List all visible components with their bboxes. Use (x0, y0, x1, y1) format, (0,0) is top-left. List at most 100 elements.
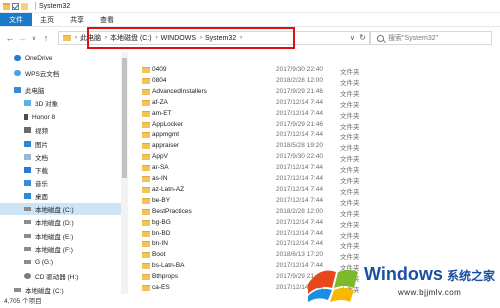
file-row[interactable]: af-ZA 2017/12/14 7:44 文件夹 (140, 98, 500, 109)
sidebar-item[interactable]: WPS云文档 (0, 67, 121, 79)
file-row[interactable]: be-BY 2017/12/14 7:44 文件夹 (140, 196, 500, 207)
sidebar-item-label: OneDrive (25, 54, 53, 62)
tab-share[interactable]: 共享 (62, 13, 92, 26)
file-type: 文件夹 (340, 101, 360, 109)
column-header (140, 49, 500, 63)
sidebar-item[interactable]: 本地磁盘 (D:) (0, 216, 121, 228)
search-input[interactable]: 搜索"System32" (370, 31, 492, 45)
file-type: 文件夹 (340, 69, 360, 76)
folder-icon (142, 263, 150, 270)
file-type: 文件夹 (340, 79, 360, 87)
file-row[interactable]: appraiser 2018/5/28 19:20 文件夹 (140, 141, 500, 153)
sidebar-item[interactable]: 本地磁盘 (C:) (0, 203, 121, 215)
file-date: 2017/12/14 7:44 (276, 185, 323, 193)
file-row[interactable]: AdvancedInstallers 2017/9/29 21:46 文件夹 (140, 87, 500, 98)
file-row[interactable]: bn-BD 2017/12/14 7:44 文件夹 (140, 229, 500, 240)
file-row[interactable]: az-Latn-AZ 2017/12/14 7:44 文件夹 (140, 185, 500, 196)
file-name: appraiser (152, 142, 180, 150)
file-type: 文件夹 (340, 199, 360, 207)
music-icon (24, 180, 31, 186)
folder-icon (142, 99, 150, 106)
up-button[interactable]: ↑ (40, 31, 52, 45)
recent-locations-button[interactable]: ∨ (28, 31, 40, 45)
folder-icon (142, 186, 150, 193)
file-row[interactable]: ar-SA 2017/12/14 7:44 文件夹 (140, 163, 500, 174)
sidebar-item[interactable]: CD 驱动器 (H:) (0, 270, 121, 282)
file-name: bs-Latn-BA (152, 262, 185, 270)
refresh-icon[interactable]: ↻ (359, 33, 366, 42)
up-arrow-icon: ↑ (43, 33, 49, 43)
file-name: Bthprops (152, 273, 179, 281)
watermark: Windows 系统之家 www.bjjmlv.com (300, 256, 500, 308)
file-row[interactable]: bn-IN 2017/12/14 7:44 文件夹 (140, 239, 500, 250)
sidebar-item[interactable]: 3D 对象 (0, 97, 121, 109)
sidebar-item[interactable]: 本地磁盘 (F:) (0, 243, 121, 255)
file-row[interactable]: 0804 2018/2/28 12:00 文件夹 (140, 76, 500, 87)
sidebar-item[interactable]: OneDrive (0, 52, 121, 64)
file-row[interactable]: AppLocker 2017/9/29 21:46 文件夹 (140, 120, 500, 131)
file-type: 文件夹 (340, 112, 360, 120)
sidebar-item-label: G (G:) (35, 258, 54, 266)
tab-file[interactable]: 文件 (0, 13, 32, 26)
file-type: 文件夹 (340, 134, 360, 142)
file-row[interactable]: BestPractices 2018/2/28 12:00 文件夹 (140, 207, 500, 218)
sidebar-item-label: 本地磁盘 (F:) (35, 247, 73, 254)
properties-icon[interactable] (12, 2, 19, 10)
folder-icon (142, 252, 150, 259)
file-name: Boot (152, 251, 166, 259)
download-icon (24, 167, 31, 173)
3d-objects-icon (24, 100, 31, 106)
sidebar-item[interactable]: 音乐 (0, 177, 121, 189)
file-row[interactable]: bg-BG 2017/12/14 7:44 文件夹 (140, 218, 500, 229)
video-icon (24, 127, 31, 133)
sidebar-item[interactable]: 此电脑 (0, 84, 121, 96)
folder-icon (142, 241, 150, 248)
file-row[interactable]: appmgmt 2017/12/14 7:44 文件夹 (140, 130, 500, 142)
new-folder-icon[interactable] (21, 2, 28, 10)
sidebar-item[interactable]: 下载 (0, 164, 121, 176)
folder-icon (142, 208, 150, 215)
file-date: 2017/12/14 7:44 (276, 98, 323, 106)
scrollbar-thumb[interactable] (122, 58, 127, 178)
address-dropdown-icon[interactable]: ∨ (350, 34, 355, 42)
folder-icon (142, 67, 150, 73)
sidebar-item[interactable]: 文档 (0, 151, 121, 163)
windows-logo-icon (308, 270, 358, 302)
sidebar-item[interactable]: G (G:) (0, 256, 121, 268)
sidebar-item[interactable]: 视频 (0, 124, 121, 136)
tab-home[interactable]: 主页 (32, 13, 62, 26)
drive-icon (24, 234, 31, 238)
file-row[interactable]: am-ET 2017/12/14 7:44 文件夹 (140, 109, 500, 120)
forward-arrow-icon: → (17, 33, 27, 43)
chevron-right-icon: › (75, 35, 77, 41)
file-row[interactable]: as-IN 2017/12/14 7:44 文件夹 (140, 174, 500, 185)
file-date: 2017/9/30 22:40 (276, 153, 323, 161)
sidebar-item-label: CD 驱动器 (H:) (35, 274, 79, 281)
cloud-icon (14, 55, 21, 61)
back-button[interactable]: ← (4, 31, 16, 45)
sidebar-scrollbar[interactable] (121, 52, 128, 294)
sidebar-item-label: 本地磁盘 (D:) (35, 220, 74, 227)
sidebar-item[interactable]: 图片 (0, 138, 121, 150)
back-arrow-icon: ← (5, 33, 15, 43)
file-date: 2017/12/14 7:44 (276, 175, 323, 182)
folder-icon (142, 154, 150, 161)
file-name: AppLocker (152, 120, 184, 128)
tab-view[interactable]: 查看 (92, 13, 122, 26)
file-name: am-ET (152, 109, 172, 117)
forward-button[interactable]: → (16, 31, 28, 45)
sidebar-item-label: Honor 8 (32, 113, 56, 121)
folder-icon (142, 88, 150, 95)
drive-icon (14, 288, 21, 292)
sidebar-item[interactable]: 本地磁盘 (E:) (0, 230, 121, 242)
sidebar-item-label: 3D 对象 (35, 101, 59, 108)
file-type: 文件夹 (340, 145, 360, 153)
sidebar-item[interactable]: Honor 8 (0, 111, 121, 123)
cd-drive-icon (24, 273, 31, 279)
file-row[interactable]: 0409 2017/9/30 22:40 文件夹 (140, 65, 500, 76)
file-name: af-ZA (152, 98, 168, 106)
file-name: ar-SA (152, 164, 169, 172)
file-type: 文件夹 (340, 221, 360, 229)
file-row[interactable]: AppV 2017/9/30 22:40 文件夹 (140, 152, 500, 163)
sidebar-item[interactable]: 桌面 (0, 190, 121, 202)
